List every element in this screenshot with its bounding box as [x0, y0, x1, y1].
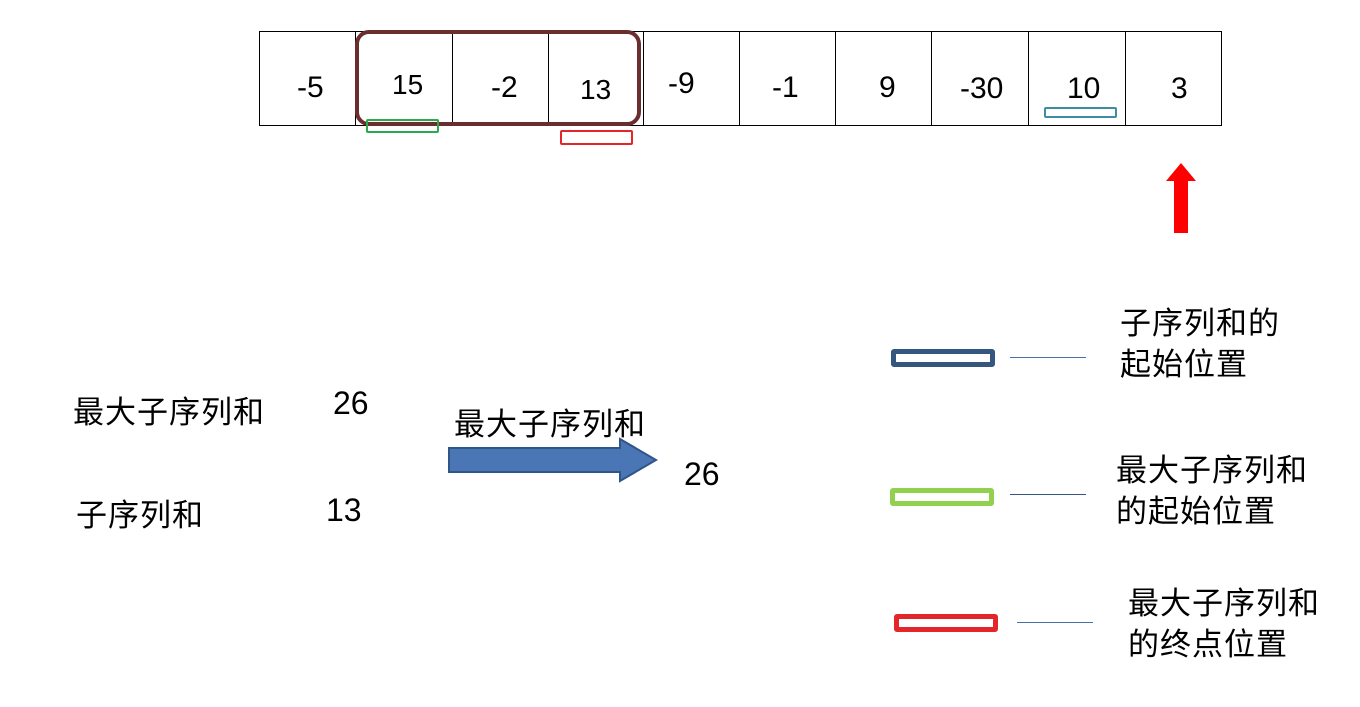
- legend-text-line: 的终点位置: [1128, 627, 1288, 663]
- cell-value: -30: [960, 72, 1004, 105]
- scan-pointer-arrow-shape: [1166, 163, 1196, 233]
- array-cell: -30: [931, 31, 1029, 126]
- current-sum-value: 13: [326, 492, 362, 528]
- flow-arrow: [448, 437, 658, 483]
- max-sum-label: 最大子序列和: [73, 395, 265, 431]
- legend-swatch-max-end: [894, 614, 998, 632]
- legend-text-line: 的起始位置: [1116, 494, 1276, 530]
- legend-connector: [1010, 357, 1086, 358]
- flow-arrow-shape: [448, 437, 658, 483]
- legend-text-current-start: 子序列和的 起始位置: [1120, 304, 1280, 386]
- scan-pointer-arrow: [1166, 163, 1196, 233]
- legend-text-line: 最大子序列和: [1128, 586, 1320, 622]
- max-subsequence-window: [355, 30, 641, 126]
- current-start-marker: [1044, 107, 1117, 118]
- result-value: 26: [684, 456, 720, 492]
- cell-value: -9: [668, 67, 695, 100]
- legend-swatch-current-start: [891, 349, 995, 367]
- array-cell: 3: [1125, 31, 1222, 126]
- legend-connector: [1017, 622, 1093, 623]
- legend-text-max-end: 最大子序列和 的终点位置: [1128, 584, 1320, 666]
- cell-value: 3: [1171, 72, 1188, 105]
- array-cell: 9: [835, 31, 932, 126]
- legend-text-line: 起始位置: [1120, 347, 1248, 383]
- legend-text-max-start: 最大子序列和 的起始位置: [1116, 451, 1308, 533]
- array-cell: -5: [259, 31, 356, 126]
- legend-text-line: 子序列和的: [1120, 306, 1280, 342]
- cell-value: 10: [1067, 72, 1101, 105]
- array-cell: -1: [739, 31, 836, 126]
- current-sum-label: 子序列和: [76, 498, 204, 534]
- legend-swatch-max-start: [890, 488, 994, 506]
- cell-value: -5: [297, 71, 324, 104]
- cell-value: -1: [772, 71, 799, 104]
- array-cell: -9: [643, 31, 740, 126]
- max-sum-value: 26: [333, 385, 369, 421]
- legend-text-line: 最大子序列和: [1116, 453, 1308, 489]
- max-end-marker: [560, 130, 633, 145]
- legend-connector: [1010, 494, 1086, 495]
- cell-value: 9: [879, 71, 896, 104]
- max-start-marker: [366, 119, 439, 133]
